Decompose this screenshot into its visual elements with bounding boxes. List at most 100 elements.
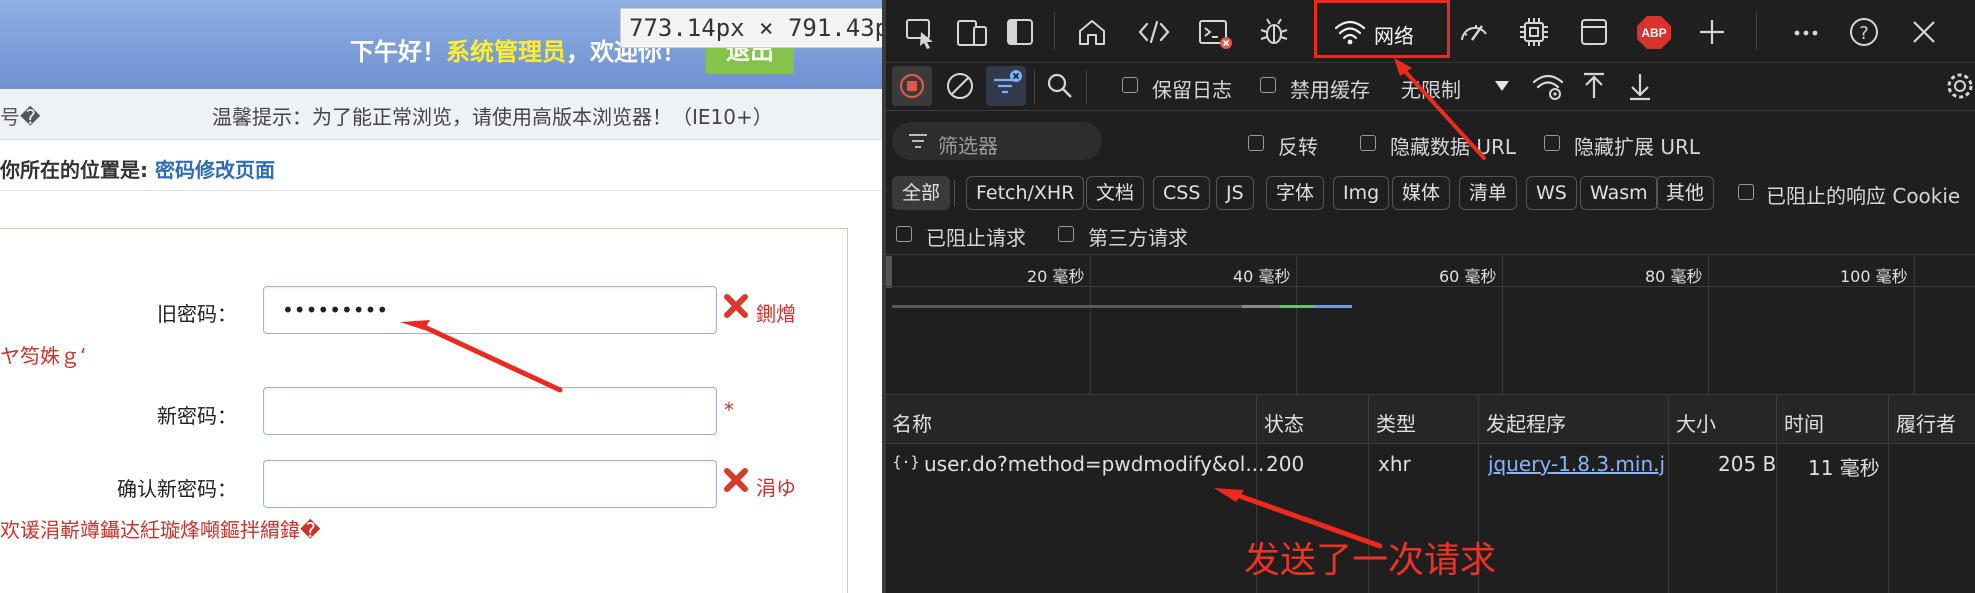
location-value[interactable]: 密码修改页面 (155, 158, 275, 182)
annotation-label: 发送了一次请求 (1244, 540, 1497, 581)
column-initiator[interactable]: 发起程序 (1486, 408, 1566, 437)
type-filter-other[interactable]: 其他 (1656, 176, 1715, 210)
type-filter-wasm[interactable]: Wasm (1580, 176, 1658, 210)
wifi-settings-icon[interactable] (1528, 66, 1568, 106)
third-party-checkbox[interactable] (1058, 226, 1074, 242)
chevron-down-icon[interactable] (1494, 80, 1510, 92)
blocked-requests-checkbox[interactable] (896, 226, 912, 242)
username: 系统管理员 (446, 38, 566, 66)
more-icon[interactable] (1786, 12, 1826, 52)
download-icon[interactable] (1620, 66, 1660, 106)
svg-text:ABP: ABP (1641, 26, 1666, 40)
third-party-label[interactable]: 第三方请求 (1088, 222, 1188, 251)
type-filter-all[interactable]: 全部 (892, 176, 951, 210)
disable-cache-checkbox[interactable] (1260, 77, 1276, 93)
gear-icon[interactable] (1940, 66, 1975, 106)
abp-icon[interactable]: ABP (1634, 12, 1674, 52)
location-label: 你所在的位置是: (0, 158, 148, 182)
svg-text:?: ? (1859, 23, 1869, 44)
request-time: 11 毫秒 (1808, 456, 1880, 480)
memory-icon[interactable] (1514, 12, 1554, 52)
filter-placeholder: 筛选器 (938, 134, 998, 158)
type-filter-manifest[interactable]: 清单 (1459, 176, 1518, 210)
application-icon[interactable] (1574, 12, 1614, 52)
record-icon[interactable] (892, 66, 932, 106)
x-error-icon (724, 468, 748, 492)
confirm-password-error-line2: 欢谖涓嶄竴鑷达紝璇烽噸鏂拌緭鍏� (0, 518, 321, 542)
request-status: 200 (1266, 452, 1305, 476)
notice-left-fragment: 号� (0, 105, 41, 129)
dock-icon[interactable] (1000, 12, 1040, 52)
timeline-tick: 40 毫秒 (1233, 267, 1291, 286)
column-fulfilled-by[interactable]: 履行者 (1896, 408, 1956, 437)
old-password-error-line2: ヤ笉姝ｇ‘ (0, 344, 87, 368)
home-icon[interactable] (1072, 12, 1112, 52)
invert-label[interactable]: 反转 (1278, 131, 1318, 160)
plus-icon[interactable] (1692, 12, 1732, 52)
filter-icon[interactable] (986, 66, 1026, 106)
timeline-bar-download (1314, 305, 1352, 308)
disable-cache-label[interactable]: 禁用缓存 (1290, 74, 1370, 103)
new-password-label: 新密码： (157, 404, 237, 428)
blocked-cookies-label[interactable]: 已阻止的响应 Cookie (1766, 180, 1960, 209)
column-type[interactable]: 类型 (1376, 408, 1416, 437)
confirm-password-input[interactable] (263, 460, 717, 508)
network-tab-highlight (1314, 0, 1450, 58)
type-filter-js[interactable]: JS (1216, 176, 1254, 210)
breadcrumb: 你所在的位置是: 密码修改页面 (0, 154, 275, 183)
timeline-bar-queue (892, 305, 1246, 308)
preserve-log-checkbox[interactable] (1122, 77, 1138, 93)
old-password-label: 旧密码： (157, 302, 237, 326)
type-filter-fetch-xhr[interactable]: Fetch/XHR (966, 176, 1085, 210)
annotation-arrow-top (1394, 58, 1486, 160)
timeline-handle[interactable] (886, 256, 892, 288)
timeline-tick: 100 毫秒 (1840, 267, 1908, 286)
xhr-icon: {·} (894, 453, 918, 471)
console-icon[interactable] (1194, 12, 1234, 52)
invert-checkbox[interactable] (1248, 135, 1264, 151)
request-type: xhr (1378, 452, 1411, 476)
hide-ext-url-checkbox[interactable] (1544, 135, 1560, 151)
search-icon[interactable] (1040, 66, 1080, 106)
type-filter-font[interactable]: 字体 (1266, 176, 1325, 210)
type-filter-css[interactable]: CSS (1153, 176, 1211, 210)
annotation-arrow-left (400, 320, 563, 393)
timeline-tick: 60 毫秒 (1439, 267, 1497, 286)
preserve-log-label[interactable]: 保留日志 (1152, 74, 1232, 103)
type-filter-img[interactable]: Img (1333, 176, 1390, 210)
confirm-password-label: 确认新密码： (117, 477, 237, 501)
help-icon[interactable]: ? (1844, 12, 1884, 52)
timeline-bar-ttfb (1280, 305, 1314, 308)
performance-icon[interactable] (1454, 12, 1494, 52)
column-time[interactable]: 时间 (1784, 408, 1824, 437)
close-icon[interactable] (1904, 12, 1944, 52)
column-name[interactable]: 名称 (892, 408, 932, 437)
svg-text:{·}: {·} (894, 453, 918, 471)
column-status[interactable]: 状态 (1264, 408, 1304, 437)
device-icon[interactable] (952, 12, 992, 52)
required-asterisk: * (724, 398, 734, 422)
upload-icon[interactable] (1574, 66, 1614, 106)
type-filter-ws[interactable]: WS (1526, 176, 1577, 210)
type-filter-media[interactable]: 媒体 (1392, 176, 1451, 210)
blocked-requests-label[interactable]: 已阻止请求 (926, 222, 1026, 251)
request-name[interactable]: user.do?method=pwdmodify&ol... (924, 452, 1264, 476)
confirm-password-error: 涓ゆ (756, 476, 796, 500)
sources-icon[interactable] (1254, 12, 1294, 52)
blocked-cookies-checkbox[interactable] (1738, 184, 1754, 200)
browser-notice: 温馨提示：为了能正常浏览，请使用高版本浏览器！（IE10+） (212, 105, 773, 129)
inspect-icon[interactable] (900, 12, 940, 52)
dimension-tooltip: 773.14px × 791.43px (620, 8, 882, 48)
request-initiator-link[interactable]: jquery-1.8.3.min.js:2 (1488, 452, 1664, 476)
timeline-bar-waiting (1242, 305, 1280, 308)
hide-data-url-checkbox[interactable] (1360, 135, 1376, 151)
column-size[interactable]: 大小 (1676, 408, 1716, 437)
elements-icon[interactable] (1134, 12, 1174, 52)
hide-ext-url-label[interactable]: 隐藏扩展 URL (1574, 131, 1700, 160)
greeting-text: 下午好！ (350, 38, 446, 66)
filter-lines-icon (909, 134, 927, 148)
type-filter-doc[interactable]: 文档 (1086, 176, 1145, 210)
clear-icon[interactable] (940, 66, 980, 106)
x-error-icon (724, 294, 748, 318)
old-password-error: 鍘熷 (756, 302, 796, 326)
